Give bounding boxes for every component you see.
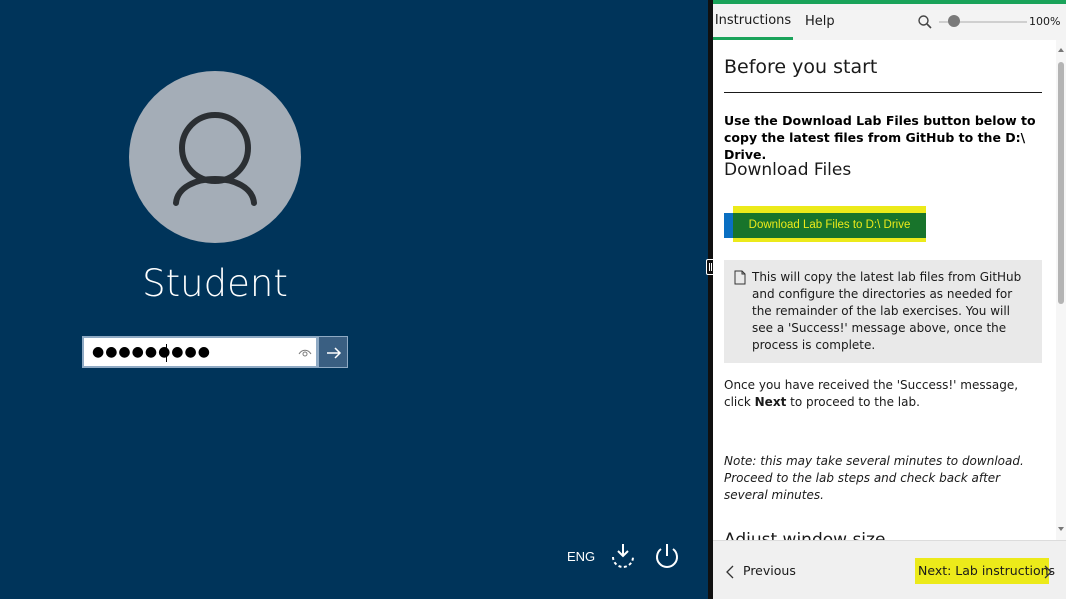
chevron-left-icon: [726, 565, 734, 579]
info-note-text: This will copy the latest lab files from…: [752, 270, 1022, 352]
password-value: ●●●●●●●●●: [92, 344, 211, 360]
user-avatar-icon: [129, 71, 301, 243]
text-caret: [166, 344, 167, 362]
lead-paragraph: Use the Download Lab Files button below …: [724, 113, 1036, 162]
tab-instructions[interactable]: Instructions: [713, 4, 793, 40]
heading-divider: [724, 92, 1042, 93]
next-step-text-2: to proceed to the lab.: [786, 395, 920, 409]
instructions-content: Before you start Use the Download Lab Fi…: [724, 40, 1042, 540]
zoom-value: 100%: [1029, 15, 1061, 28]
heading-before-you-start: Before you start: [724, 56, 878, 78]
scroll-down-icon[interactable]: [1058, 527, 1064, 531]
reveal-password-icon[interactable]: [298, 346, 312, 360]
heading-adjust-window-size: Adjust window size: [724, 530, 886, 540]
tab-bar: Instructions Help 100%: [713, 4, 1066, 40]
language-indicator[interactable]: ENG: [567, 549, 595, 564]
arrow-right-icon: [327, 347, 342, 359]
chevron-right-icon: [1044, 565, 1052, 579]
navigation-footer: Previous Next: Lab instructions: [713, 540, 1066, 599]
next-label: Next: Lab instructions: [918, 563, 1056, 578]
info-note-box: This will copy the latest lab files from…: [724, 260, 1042, 363]
scrollbar-thumb[interactable]: [1058, 62, 1064, 304]
heading-download-files: Download Files: [724, 160, 852, 180]
password-entry: ●●●●●●●●●: [82, 336, 348, 368]
zoom-slider-thumb[interactable]: [948, 15, 960, 27]
previous-label: Previous: [743, 563, 796, 578]
next-step-paragraph: Once you have received the 'Success!' me…: [724, 377, 1042, 411]
next-step-bold: Next: [754, 395, 787, 409]
download-lab-files-button[interactable]: Download Lab Files to D:\ Drive: [733, 213, 926, 238]
instructions-pane: Instructions Help 100% Before you start …: [713, 0, 1066, 599]
document-icon: [734, 270, 746, 285]
scroll-up-icon[interactable]: [1058, 48, 1064, 52]
ease-of-access-icon[interactable]: [608, 541, 638, 571]
username-label: Student: [142, 262, 288, 305]
download-time-note: Note: this may take several minutes to d…: [724, 454, 1024, 502]
password-field[interactable]: ●●●●●●●●●: [82, 336, 318, 368]
vertical-scrollbar[interactable]: [1056, 40, 1066, 540]
submit-password-button[interactable]: [318, 336, 348, 368]
windows-login-screen: Student ●●●●●●●●● ENG: [0, 0, 708, 599]
power-icon[interactable]: [652, 541, 682, 571]
zoom-icon: [918, 15, 932, 29]
tab-help[interactable]: Help: [805, 4, 835, 40]
